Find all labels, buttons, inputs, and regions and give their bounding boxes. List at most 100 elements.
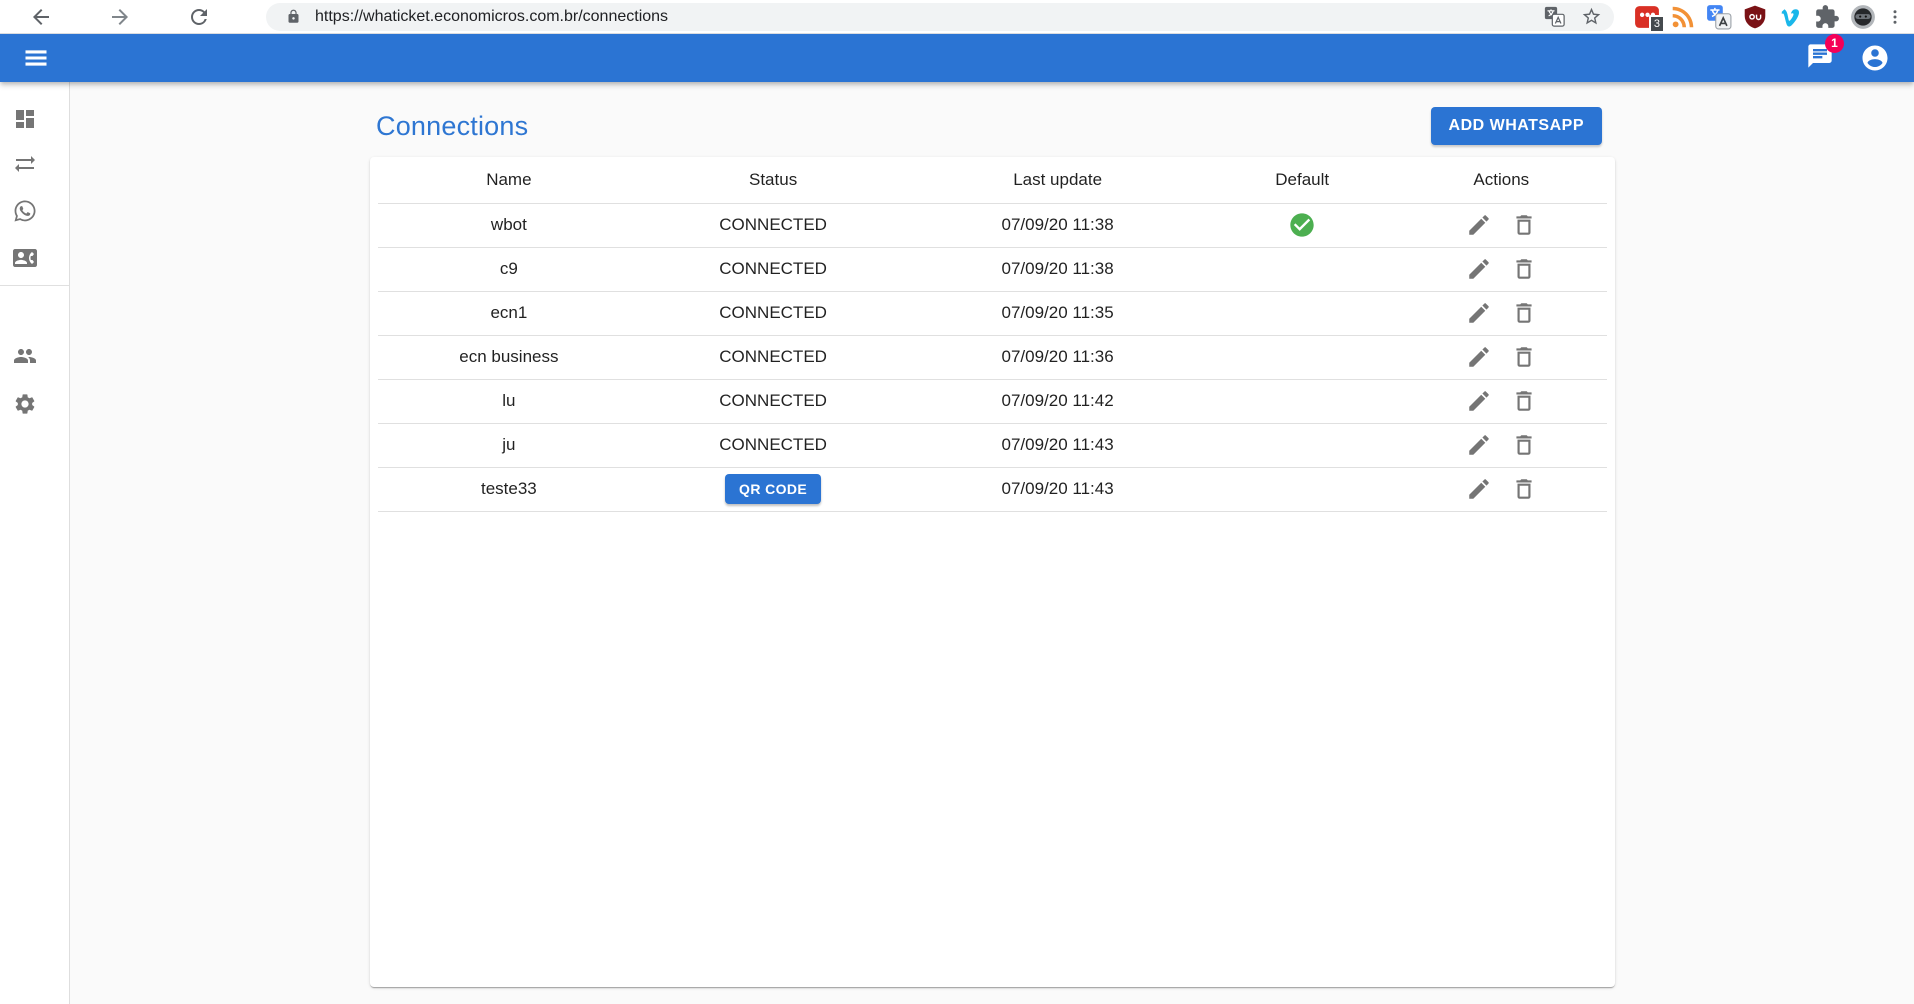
cell-status: CONNECTED bbox=[640, 203, 907, 247]
qr-code-button[interactable]: QR CODE bbox=[725, 474, 821, 504]
cell-default bbox=[1209, 203, 1396, 247]
edit-pencil-icon bbox=[1466, 344, 1492, 370]
sidebar-item-tickets[interactable] bbox=[13, 152, 37, 176]
translate-ext-icon[interactable] bbox=[1706, 4, 1732, 30]
cell-actions bbox=[1396, 291, 1607, 335]
header-name: Name bbox=[378, 157, 640, 203]
delete-connection-button[interactable] bbox=[1511, 476, 1537, 502]
delete-connection-button[interactable] bbox=[1511, 388, 1537, 414]
add-whatsapp-button[interactable]: ADD WHATSAPP bbox=[1431, 107, 1602, 145]
delete-trash-icon bbox=[1511, 256, 1537, 282]
vimeo-ext-icon[interactable] bbox=[1778, 4, 1804, 30]
delete-trash-icon bbox=[1511, 300, 1537, 326]
sidebar-item-contacts[interactable] bbox=[13, 246, 37, 270]
sidebar bbox=[0, 82, 70, 1004]
header-last-update: Last update bbox=[906, 157, 1208, 203]
kebab-menu-icon[interactable] bbox=[1886, 4, 1904, 30]
cell-actions bbox=[1396, 203, 1607, 247]
connections-card: Name Status Last update Default Actions … bbox=[370, 157, 1615, 987]
delete-trash-icon bbox=[1511, 476, 1537, 502]
table-row: ecn1 CONNECTED 07/09/20 11:35 bbox=[378, 291, 1607, 335]
delete-connection-button[interactable] bbox=[1511, 344, 1537, 370]
cell-actions bbox=[1396, 335, 1607, 379]
check-circle-icon bbox=[1288, 211, 1316, 239]
contact-phone-icon bbox=[13, 246, 37, 270]
sidebar-item-settings[interactable] bbox=[13, 392, 37, 416]
cell-actions bbox=[1396, 467, 1607, 511]
whatsapp-icon bbox=[13, 199, 37, 223]
edit-connection-button[interactable] bbox=[1466, 212, 1492, 238]
puzzle-ext-icon[interactable] bbox=[1814, 4, 1840, 30]
browser-toolbar: https://whaticket.economicros.com.br/con… bbox=[0, 0, 1914, 34]
cell-name: ecn1 bbox=[378, 291, 640, 335]
table-row: ju CONNECTED 07/09/20 11:43 bbox=[378, 423, 1607, 467]
app-bar: 1 bbox=[0, 34, 1914, 82]
cell-actions bbox=[1396, 423, 1607, 467]
browser-forward-button[interactable] bbox=[103, 0, 137, 34]
arrow-forward-icon bbox=[108, 5, 132, 29]
adblock-ext-icon[interactable]: 3 bbox=[1634, 4, 1660, 30]
edit-connection-button[interactable] bbox=[1466, 432, 1492, 458]
table-row: lu CONNECTED 07/09/20 11:42 bbox=[378, 379, 1607, 423]
swap-arrows-icon bbox=[13, 152, 37, 176]
cell-last-update: 07/09/20 11:36 bbox=[906, 335, 1208, 379]
ublock-ext-icon[interactable] bbox=[1742, 4, 1768, 30]
cell-name: c9 bbox=[378, 247, 640, 291]
cell-status: CONNECTED bbox=[640, 291, 907, 335]
star-icon[interactable] bbox=[1581, 6, 1602, 27]
delete-connection-button[interactable] bbox=[1511, 432, 1537, 458]
cell-default bbox=[1209, 291, 1396, 335]
edit-pencil-icon bbox=[1466, 300, 1492, 326]
address-bar[interactable]: https://whaticket.economicros.com.br/con… bbox=[266, 3, 1614, 31]
delete-trash-icon bbox=[1511, 388, 1537, 414]
table-header-row: Name Status Last update Default Actions bbox=[378, 157, 1607, 203]
cell-default bbox=[1209, 379, 1396, 423]
sidebar-item-users[interactable] bbox=[13, 344, 37, 368]
browser-reload-button[interactable] bbox=[182, 0, 216, 34]
cell-default bbox=[1209, 423, 1396, 467]
cell-last-update: 07/09/20 11:43 bbox=[906, 423, 1208, 467]
edit-connection-button[interactable] bbox=[1466, 388, 1492, 414]
cell-actions bbox=[1396, 247, 1607, 291]
edit-connection-button[interactable] bbox=[1466, 344, 1492, 370]
table-row: teste33 QR CODE 07/09/20 11:43 bbox=[378, 467, 1607, 511]
settings-gear-icon bbox=[13, 392, 37, 416]
delete-trash-icon bbox=[1511, 212, 1537, 238]
edit-pencil-icon bbox=[1466, 476, 1492, 502]
cell-last-update: 07/09/20 11:38 bbox=[906, 247, 1208, 291]
edit-pencil-icon bbox=[1466, 432, 1492, 458]
cell-name: ju bbox=[378, 423, 640, 467]
cell-default bbox=[1209, 335, 1396, 379]
dashboard-icon bbox=[13, 107, 37, 131]
connections-table: Name Status Last update Default Actions … bbox=[378, 157, 1607, 512]
account-button[interactable] bbox=[1860, 43, 1890, 73]
main-content: Connections ADD WHATSAPP Name Status Las… bbox=[370, 82, 1615, 987]
sidebar-item-dashboard[interactable] bbox=[13, 107, 37, 131]
reload-icon bbox=[187, 5, 211, 29]
cell-actions bbox=[1396, 379, 1607, 423]
sidebar-item-connections[interactable] bbox=[13, 199, 37, 223]
browser-back-button[interactable] bbox=[24, 0, 58, 34]
delete-connection-button[interactable] bbox=[1511, 212, 1537, 238]
menu-button[interactable] bbox=[22, 44, 50, 72]
edit-connection-button[interactable] bbox=[1466, 300, 1492, 326]
rss-ext-icon[interactable] bbox=[1670, 4, 1696, 30]
people-icon bbox=[13, 344, 37, 368]
translate-icon[interactable] bbox=[1544, 6, 1565, 27]
edit-connection-button[interactable] bbox=[1466, 256, 1492, 282]
delete-connection-button[interactable] bbox=[1511, 300, 1537, 326]
table-row: c9 CONNECTED 07/09/20 11:38 bbox=[378, 247, 1607, 291]
delete-connection-button[interactable] bbox=[1511, 256, 1537, 282]
cell-last-update: 07/09/20 11:38 bbox=[906, 203, 1208, 247]
extensions-area: 3 bbox=[1624, 4, 1904, 30]
menu-icon bbox=[22, 44, 50, 72]
delete-trash-icon bbox=[1511, 432, 1537, 458]
cell-status: CONNECTED bbox=[640, 335, 907, 379]
edit-pencil-icon bbox=[1466, 388, 1492, 414]
cell-status: CONNECTED bbox=[640, 423, 907, 467]
cell-default bbox=[1209, 467, 1396, 511]
profile-avatar-icon[interactable] bbox=[1850, 4, 1876, 30]
edit-connection-button[interactable] bbox=[1466, 476, 1492, 502]
page-title: Connections bbox=[376, 111, 528, 142]
sidebar-divider bbox=[0, 285, 69, 286]
